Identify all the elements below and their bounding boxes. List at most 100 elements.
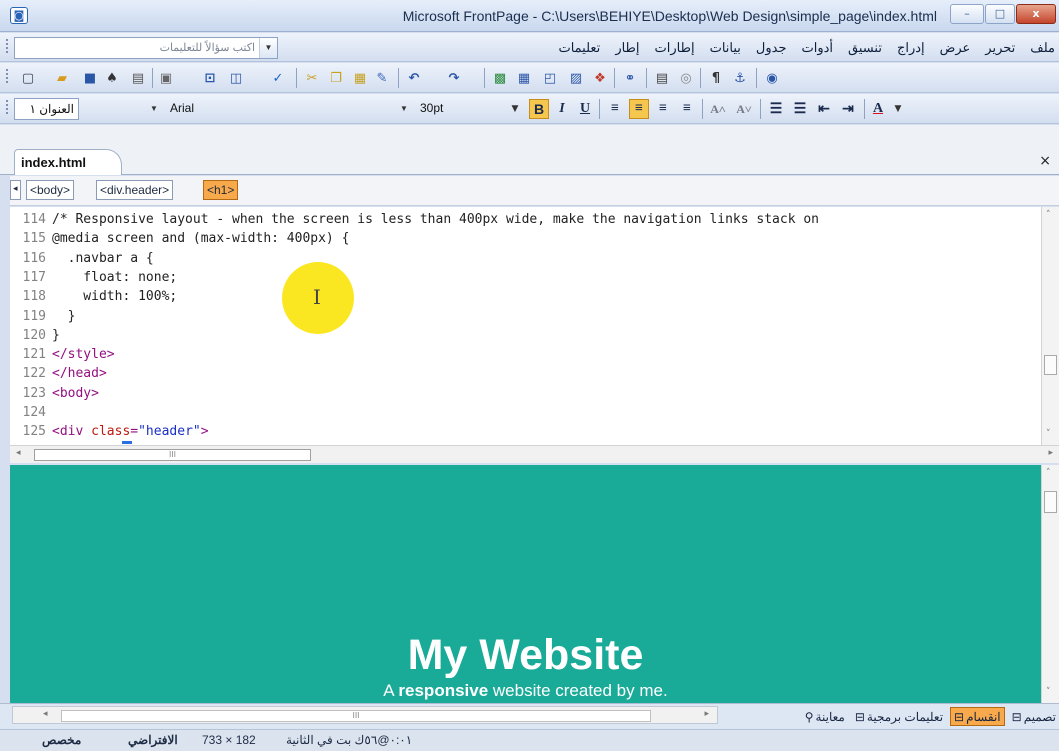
- design-preview-pane[interactable]: My Website A responsive website created …: [10, 465, 1041, 703]
- spelling-icon[interactable]: ✓: [268, 68, 288, 88]
- minimize-button[interactable]: –: [950, 4, 984, 24]
- ask-question-box[interactable]: اكتب سؤالاً للتعليمات ▼: [14, 37, 278, 59]
- menu-item[interactable]: إطار: [615, 40, 639, 56]
- menu-item[interactable]: ملف: [1030, 40, 1055, 56]
- show-all-icon[interactable]: ¶: [706, 68, 726, 88]
- toolbar-grip[interactable]: [6, 69, 10, 83]
- tab-index-html[interactable]: index.html: [14, 149, 122, 175]
- preview-vertical-thumb[interactable]: [1044, 491, 1057, 513]
- cut-icon[interactable]: ✂: [302, 68, 322, 88]
- print-preview-icon[interactable]: ⊡: [200, 68, 220, 88]
- insert-table-icon[interactable]: ▦: [514, 68, 534, 88]
- bold-button[interactable]: B: [529, 99, 549, 119]
- crumb-div-header[interactable]: <div.header>: [96, 180, 174, 200]
- font-size-dropdown-icon[interactable]: ▼: [400, 104, 408, 113]
- crumb-scroll-left-icon[interactable]: ◂: [10, 180, 21, 200]
- code-line[interactable]: 118 width: 100%;: [10, 289, 178, 308]
- code-line[interactable]: 125 <div class="header">: [10, 424, 209, 443]
- folder-list-icon[interactable]: ▤: [652, 68, 672, 88]
- print-icon[interactable]: ▤: [128, 68, 148, 88]
- underline-button[interactable]: U: [575, 99, 595, 119]
- justify-icon[interactable]: ≡: [677, 99, 697, 119]
- web-component-icon[interactable]: ▩: [490, 68, 510, 88]
- maximize-button[interactable]: □: [985, 4, 1015, 24]
- font-select[interactable]: ▼ Arial: [150, 98, 340, 120]
- menu-item[interactable]: تعليمات: [558, 40, 600, 56]
- save-icon[interactable]: ■: [80, 68, 100, 88]
- scroll-up-icon[interactable]: ˄: [1046, 210, 1051, 220]
- insert-picture-icon[interactable]: ▨: [566, 68, 586, 88]
- scroll-right-icon[interactable]: ▸: [1048, 448, 1053, 458]
- undo-icon[interactable]: ↶: [404, 68, 424, 88]
- bulleted-list-icon[interactable]: ☰: [790, 99, 810, 119]
- code-pane[interactable]: 114 /* Responsive layout - when the scree…: [10, 207, 1041, 445]
- code-line[interactable]: 124: [10, 405, 52, 424]
- font-dropdown-icon[interactable]: ▼: [150, 104, 158, 113]
- menu-item[interactable]: تنسيق: [848, 40, 882, 56]
- code-line[interactable]: 116 .navbar a {: [10, 251, 154, 270]
- code-line[interactable]: 122 </head>: [10, 366, 107, 385]
- menu-item[interactable]: أدوات: [802, 40, 834, 56]
- anchor-icon[interactable]: ⚓: [730, 68, 750, 88]
- drawing-icon[interactable]: ❖: [590, 68, 610, 88]
- align-left-icon[interactable]: ≡: [605, 99, 625, 119]
- open-folder-icon[interactable]: ▰: [52, 68, 72, 88]
- code-line[interactable]: 119 }: [10, 309, 76, 328]
- menu-item[interactable]: عرض: [940, 40, 971, 56]
- status-default[interactable]: الافتراضي: [128, 733, 178, 747]
- view-tab[interactable]: ⚲ معاينة: [802, 707, 848, 726]
- format-painter-icon[interactable]: ✎: [372, 68, 392, 88]
- font-size-select[interactable]: ▼ 30pt: [400, 98, 504, 120]
- code-line[interactable]: 123 <body>: [10, 386, 99, 405]
- scroll-left-icon[interactable]: ◂: [16, 448, 21, 458]
- decrease-indent-icon[interactable]: ⇤: [814, 99, 834, 119]
- scroll-left-icon[interactable]: ◂: [43, 709, 48, 719]
- paste-icon[interactable]: ▦: [350, 68, 370, 88]
- code-line[interactable]: 115 @media screen and (max-width: 400px) …: [10, 231, 350, 250]
- redo-icon[interactable]: ↷: [444, 68, 464, 88]
- scroll-up-icon[interactable]: ˄: [1046, 468, 1051, 478]
- decrease-font-icon[interactable]: A˅: [734, 99, 754, 119]
- insert-layer-icon[interactable]: ◰: [540, 68, 560, 88]
- code-line[interactable]: 121 </style>: [10, 347, 115, 366]
- toolbar-grip[interactable]: [6, 100, 10, 114]
- code-vertical-thumb[interactable]: [1044, 355, 1057, 375]
- status-custom[interactable]: مخصص: [42, 733, 81, 747]
- italic-button[interactable]: I: [552, 99, 572, 119]
- font-color-icon[interactable]: A: [868, 99, 888, 119]
- code-vertical-scrollbar[interactable]: ˄ ˅: [1041, 207, 1059, 445]
- navigation-pane-icon[interactable]: ◎: [676, 68, 696, 88]
- scroll-right-icon[interactable]: ▸: [704, 709, 709, 719]
- view-tab[interactable]: ⊟ تصميم: [1009, 707, 1059, 726]
- font-size-dropdown-icon[interactable]: ▼: [505, 99, 525, 119]
- site-heading[interactable]: My Website: [10, 631, 1041, 680]
- menu-item[interactable]: بيانات: [710, 40, 741, 56]
- code-horizontal-scrollbar[interactable]: ◂ III ▸: [10, 445, 1059, 463]
- preview-horizontal-scrollbar[interactable]: ◂ III ▸: [12, 706, 718, 724]
- help-icon[interactable]: ◉: [762, 68, 782, 88]
- toolbar-grip[interactable]: [6, 39, 10, 53]
- code-line[interactable]: 114 /* Responsive layout - when the scree…: [10, 212, 820, 231]
- publish-icon[interactable]: ▣: [156, 68, 176, 88]
- preview-horizontal-thumb[interactable]: III: [61, 710, 651, 722]
- code-line[interactable]: 120}: [10, 328, 60, 347]
- close-document-icon[interactable]: ×: [1039, 153, 1051, 169]
- frontpage-app-icon[interactable]: ◙: [10, 7, 28, 24]
- align-center-icon[interactable]: ≡: [629, 99, 649, 119]
- hyperlink-icon[interactable]: ⚭: [620, 68, 640, 88]
- ask-question-dropdown-icon[interactable]: ▼: [259, 38, 277, 58]
- scroll-down-icon[interactable]: ˅: [1046, 687, 1051, 697]
- view-tab[interactable]: ⊟ تعليمات برمجية: [852, 707, 946, 726]
- code-horizontal-thumb[interactable]: III: [34, 449, 311, 461]
- menu-item[interactable]: إدراج: [897, 40, 925, 56]
- code-line[interactable]: 117 float: none;: [10, 270, 178, 289]
- search-icon[interactable]: ♠: [102, 68, 122, 88]
- menu-item[interactable]: تحرير: [985, 40, 1015, 56]
- scroll-down-icon[interactable]: ˅: [1046, 429, 1051, 439]
- increase-font-icon[interactable]: A˄: [708, 99, 728, 119]
- new-page-icon[interactable]: ▢: [18, 68, 38, 88]
- view-tab[interactable]: ⊟ انقسام: [950, 707, 1005, 726]
- align-right-icon[interactable]: ≡: [653, 99, 673, 119]
- style-select[interactable]: العنوان ١: [14, 98, 79, 120]
- preview-vertical-scrollbar[interactable]: ˄ ˅: [1041, 465, 1059, 703]
